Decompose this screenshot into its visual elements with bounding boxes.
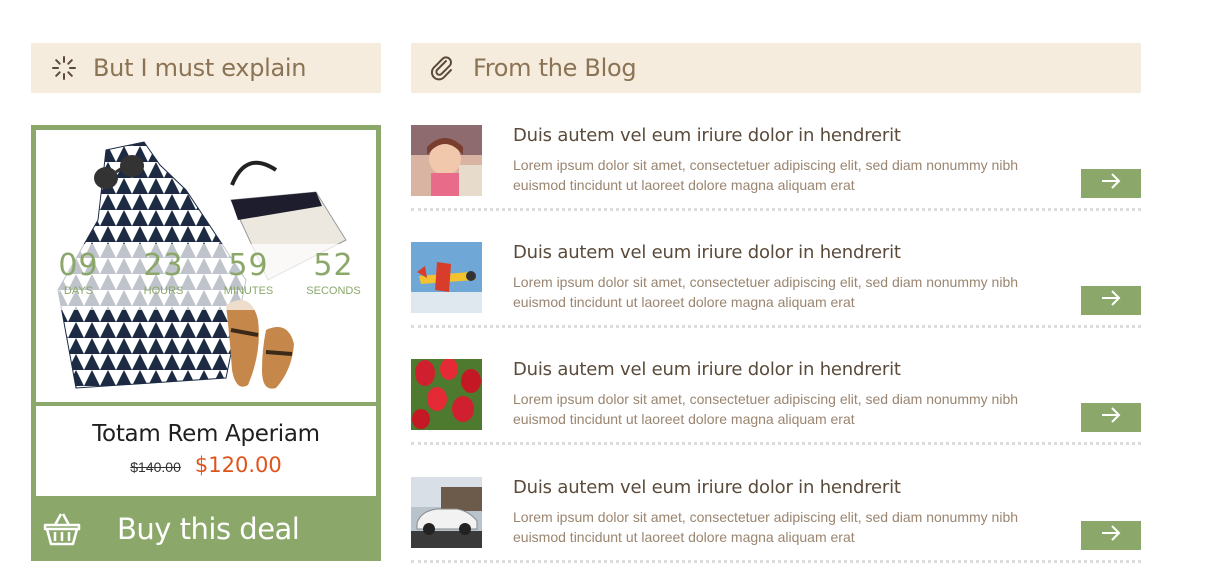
blog-post-excerpt: Lorem ipsum dolor sit amet, consectetuer… xyxy=(513,391,1019,427)
deal-info: Totam Rem Aperiam $140.00 $120.00 xyxy=(36,406,376,496)
countdown-hours-value: 23 xyxy=(143,248,184,283)
arrow-right-icon xyxy=(1100,407,1122,428)
deal-product-image[interactable]: 09 DAYS 23 HOURS 59 MINUTES 52 SECONDS xyxy=(36,130,376,402)
read-more-button[interactable] xyxy=(1081,521,1141,550)
deal-card: 09 DAYS 23 HOURS 59 MINUTES 52 SECONDS T… xyxy=(31,125,381,561)
blog-post: Duis autem vel eum iriure dolor in hendr… xyxy=(411,242,1141,328)
read-more-button[interactable] xyxy=(1081,169,1141,198)
deal-new-price: $120.00 xyxy=(194,453,282,477)
countdown-days-value: 09 xyxy=(58,248,99,283)
read-more-button[interactable] xyxy=(1081,286,1141,315)
blog-thumb-airplane[interactable] xyxy=(411,242,482,313)
countdown-seconds-label: SECONDS xyxy=(306,285,361,297)
countdown-hours: 23 HOURS xyxy=(121,244,206,310)
countdown-minutes-value: 59 xyxy=(228,248,269,283)
countdown-seconds-value: 52 xyxy=(313,248,354,283)
spinner-icon xyxy=(49,53,79,83)
buy-deal-label: Buy this deal xyxy=(117,511,300,546)
deal-prices: $140.00 $120.00 xyxy=(36,453,376,477)
paperclip-icon xyxy=(427,53,457,83)
blog-post: Duis autem vel eum iriure dolor in hendr… xyxy=(411,477,1141,563)
blog-post-title[interactable]: Duis autem vel eum iriure dolor in hendr… xyxy=(513,242,901,263)
blog-post-title[interactable]: Duis autem vel eum iriure dolor in hendr… xyxy=(513,125,901,146)
deal-countdown: 09 DAYS 23 HOURS 59 MINUTES 52 SECONDS xyxy=(36,244,376,310)
blog-section-title: From the Blog xyxy=(473,54,637,82)
arrow-right-icon xyxy=(1100,290,1122,311)
read-more-button[interactable] xyxy=(1081,403,1141,432)
deal-section-header: But I must explain xyxy=(31,43,381,93)
buy-deal-button[interactable]: Buy this deal xyxy=(31,496,381,561)
deal-section-title: But I must explain xyxy=(93,54,307,82)
countdown-minutes-label: MINUTES xyxy=(223,285,274,297)
countdown-days-label: DAYS xyxy=(63,285,94,297)
deal-old-price: $140.00 xyxy=(130,459,181,475)
blog-post-title[interactable]: Duis autem vel eum iriure dolor in hendr… xyxy=(513,477,901,498)
blog-post-excerpt: Lorem ipsum dolor sit amet, consectetuer… xyxy=(513,274,1019,310)
blog-post-title[interactable]: Duis autem vel eum iriure dolor in hendr… xyxy=(513,359,901,380)
countdown-seconds: 52 SECONDS xyxy=(291,244,376,310)
blog-post-excerpt: Lorem ipsum dolor sit amet, consectetuer… xyxy=(513,509,1019,545)
blog-thumb-girl[interactable] xyxy=(411,125,482,196)
blog-post-excerpt: Lorem ipsum dolor sit amet, consectetuer… xyxy=(513,157,1019,193)
countdown-days: 09 DAYS xyxy=(36,244,121,310)
arrow-right-icon xyxy=(1100,173,1122,194)
blog-section-header: From the Blog xyxy=(411,43,1141,93)
countdown-hours-label: HOURS xyxy=(143,285,184,297)
blog-thumb-tulips[interactable] xyxy=(411,359,482,430)
blog-post: Duis autem vel eum iriure dolor in hendr… xyxy=(411,359,1141,445)
blog-thumb-car[interactable] xyxy=(411,477,482,548)
countdown-minutes: 59 MINUTES xyxy=(206,244,291,310)
blog-post: Duis autem vel eum iriure dolor in hendr… xyxy=(411,125,1141,211)
arrow-right-icon xyxy=(1100,525,1122,546)
basket-icon xyxy=(41,509,83,549)
deal-product-name[interactable]: Totam Rem Aperiam xyxy=(36,421,376,447)
